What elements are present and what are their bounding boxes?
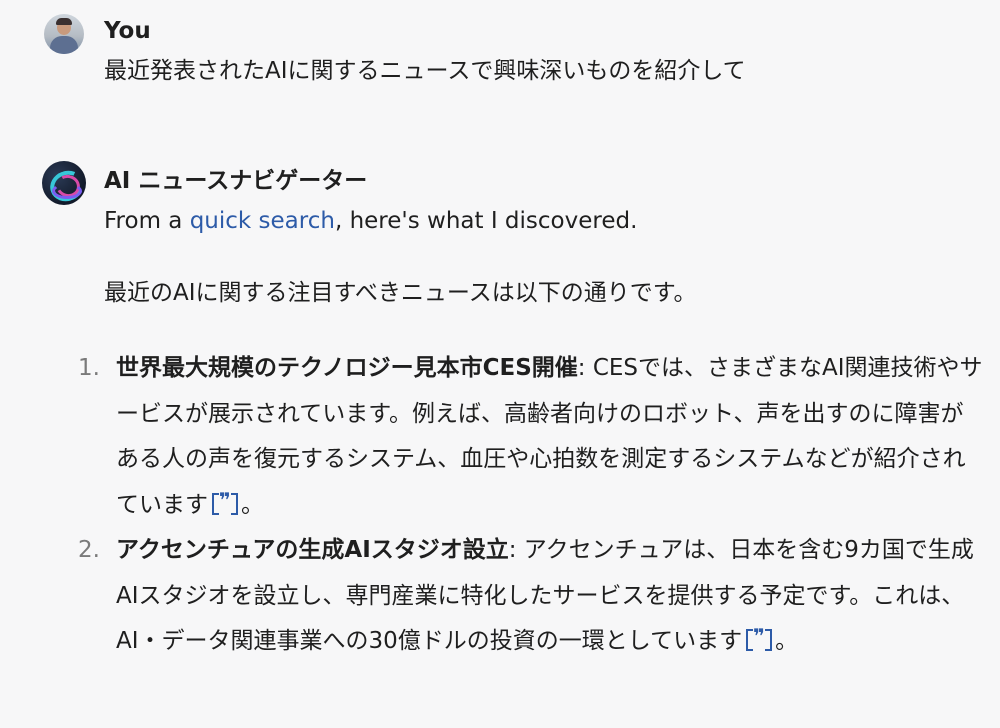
user-message-text: 最近発表されたAIに関するニュースで興味深いものを紹介して	[104, 58, 746, 84]
assistant-message-body: From a quick search, here's what I disco…	[78, 204, 984, 665]
news-list: 1. 世界最大規模のテクノロジー見本市CES開催: CESでは、さまざまなAI関連…	[78, 346, 984, 665]
search-intro: From a quick search, here's what I disco…	[104, 204, 984, 238]
list-number: 1.	[78, 355, 100, 381]
citation-icon[interactable]: ❞	[746, 624, 773, 651]
list-item: 2. アクセンチュアの生成AIスタジオ設立: アクセンチュアは、日本を含む9カ国で…	[78, 528, 984, 665]
user-avatar	[44, 14, 84, 54]
user-sender-name: You	[104, 18, 151, 44]
gpt-avatar[interactable]	[42, 161, 86, 205]
news-title: 世界最大規模のテクノロジー見本市CES開催	[116, 355, 578, 381]
news-lead-text: 最近のAIに関する注目すべきニュースは以下の通りです。	[104, 280, 697, 306]
news-end: 。	[775, 628, 799, 654]
citation-icon[interactable]: ❞	[212, 488, 238, 515]
list-number: 2.	[78, 537, 100, 563]
assistant-sender-name: AI ニュースナビゲーター	[104, 168, 368, 194]
quick-search-link[interactable]: quick search	[190, 208, 335, 234]
intro-suffix: , here's what I discovered.	[334, 208, 638, 234]
intro-prefix: From a	[104, 208, 190, 234]
news-title: アクセンチュアの生成AIスタジオ設立	[116, 537, 509, 563]
news-end: 。	[241, 491, 264, 518]
list-item: 1. 世界最大規模のテクノロジー見本市CES開催: CESでは、さまざまなAI関連…	[78, 346, 984, 528]
